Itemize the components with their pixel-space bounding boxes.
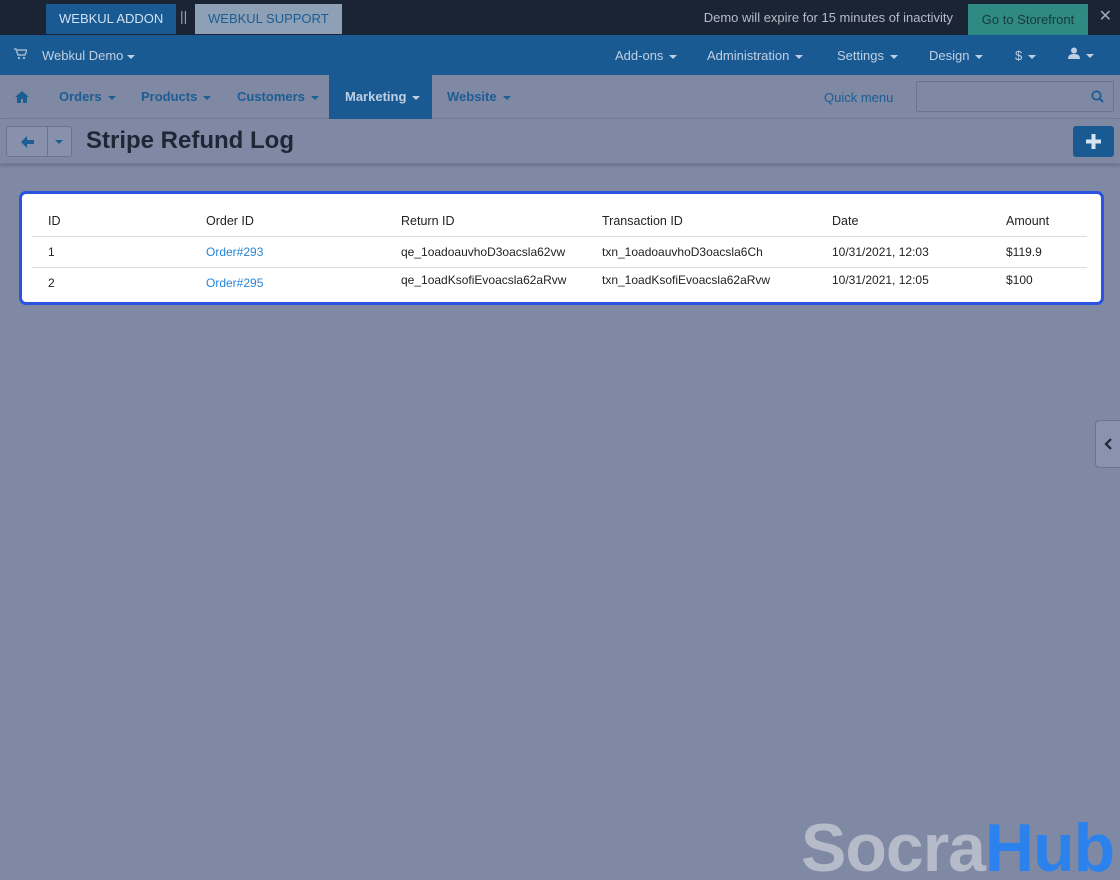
search-input[interactable]: [916, 81, 1082, 112]
cell-amount: $119.9: [990, 236, 1087, 268]
tab-products[interactable]: Products: [141, 75, 212, 119]
chevron-down-icon: [55, 140, 63, 144]
demo-bar: WEBKUL ADDON || WEBKUL SUPPORT Demo will…: [0, 0, 1120, 35]
menu-administration[interactable]: Administration: [707, 48, 804, 63]
page-toolbar: Stripe Refund Log: [0, 119, 1120, 164]
watermark-part-2: Hub: [985, 810, 1115, 880]
top-navigation: Webkul Demo Add-ons Administration Setti…: [0, 35, 1120, 75]
column-header-order-id: Order ID: [190, 207, 385, 237]
tab-website-label: Website: [447, 89, 497, 104]
menu-design[interactable]: Design: [929, 48, 984, 63]
menu-currency[interactable]: $: [1015, 48, 1037, 63]
menu-design-label: Design: [929, 48, 970, 63]
column-header-transaction-id: Transaction ID: [586, 207, 816, 237]
cart-icon: [14, 47, 29, 65]
demo-expiry-notice: Demo will expire for 15 minutes of inact…: [703, 10, 953, 25]
company-name: Webkul Demo: [42, 48, 124, 63]
column-header-id: ID: [32, 207, 190, 237]
cell-date: 10/31/2021, 12:05: [832, 272, 929, 287]
tab-customers-label: Customers: [237, 89, 305, 104]
order-link[interactable]: Order#293: [190, 236, 385, 268]
chevron-down-icon: [669, 54, 678, 59]
quick-menu-link[interactable]: Quick menu: [824, 90, 893, 105]
column-header-date: Date: [816, 207, 990, 237]
column-header-amount: Amount: [990, 207, 1087, 237]
chevron-down-icon: [795, 54, 804, 59]
chevron-down-icon: [412, 95, 421, 100]
close-icon[interactable]: ✕: [1099, 6, 1112, 26]
chevron-down-icon: [203, 95, 212, 100]
search-button[interactable]: [1081, 81, 1114, 112]
table-row: 2 Order#295 qe_1oadKsofiEvoacsla62aRvw t…: [32, 267, 1087, 298]
back-button[interactable]: [6, 126, 48, 157]
webkul-support-button[interactable]: WEBKUL SUPPORT: [195, 4, 342, 34]
cell-date: 10/31/2021, 12:03: [816, 236, 990, 268]
column-header-return-id: Return ID: [385, 207, 586, 237]
cell-return-id: qe_1oadKsofiEvoacsla62aRvw: [401, 272, 567, 287]
chevron-down-icon: [310, 95, 319, 100]
cell-transaction-id: txn_1oadoauvhoD3oacsla6Ch: [586, 236, 816, 268]
chevron-down-icon: [975, 54, 984, 59]
refund-log-panel: ID Order ID Return ID Transaction ID Dat…: [19, 191, 1104, 305]
chevron-down-icon: [1086, 53, 1094, 58]
cell-amount: $100: [1006, 272, 1033, 287]
menu-currency-label: $: [1015, 48, 1023, 63]
go-to-storefront-button[interactable]: Go to Storefront: [968, 4, 1088, 35]
chevron-down-icon: [889, 54, 898, 59]
webkul-addon-button[interactable]: WEBKUL ADDON: [46, 4, 177, 34]
plus-icon: [1086, 134, 1101, 149]
company-selector[interactable]: Webkul Demo: [42, 48, 136, 63]
history-dropdown-button[interactable]: [47, 126, 72, 157]
page-title: Stripe Refund Log: [86, 127, 294, 154]
user-icon: [1068, 47, 1080, 59]
sidebar-toggle[interactable]: [1095, 420, 1120, 468]
table-header-row: ID Order ID Return ID Transaction ID Dat…: [32, 207, 1087, 237]
order-link[interactable]: Order#295: [190, 267, 385, 298]
table-row: 1 Order#293 qe_1oadoauvhoD3oacsla62vw tx…: [32, 236, 1087, 268]
refund-log-table: ID Order ID Return ID Transaction ID Dat…: [32, 207, 1087, 298]
menu-administration-label: Administration: [707, 48, 790, 63]
chevron-down-icon: [1028, 54, 1037, 59]
watermark-logo: SocraHub: [801, 808, 1115, 880]
chevron-down-icon: [107, 95, 116, 100]
home-icon[interactable]: [15, 90, 29, 108]
tab-website[interactable]: Website: [447, 75, 511, 119]
tab-products-label: Products: [141, 89, 198, 104]
menu-addons[interactable]: Add-ons: [615, 48, 678, 63]
cell-id: 2: [48, 275, 55, 290]
tab-marketing-label: Marketing: [345, 89, 407, 104]
tab-orders-label: Orders: [59, 89, 102, 104]
menu-settings[interactable]: Settings: [837, 48, 898, 63]
tab-customers[interactable]: Customers: [237, 75, 319, 119]
cell-return-id: qe_1oadoauvhoD3oacsla62vw: [385, 236, 586, 268]
menu-addons-label: Add-ons: [615, 48, 664, 63]
tab-orders[interactable]: Orders: [59, 75, 116, 119]
cell-id: 1: [32, 236, 190, 268]
demo-separator: ||: [180, 8, 188, 24]
tab-marketing[interactable]: Marketing: [329, 75, 432, 119]
arrow-left-icon: [21, 136, 34, 148]
user-menu[interactable]: [1068, 47, 1094, 62]
chevron-down-icon: [502, 95, 511, 100]
menu-settings-label: Settings: [837, 48, 884, 63]
chevron-left-icon: [1104, 438, 1112, 450]
chevron-down-icon: [127, 54, 136, 59]
watermark-part-1: Socra: [801, 810, 986, 880]
cell-transaction-id: txn_1oadKsofiEvoacsla62aRvw: [602, 272, 771, 287]
search-icon: [1091, 90, 1104, 103]
add-button[interactable]: [1073, 126, 1114, 157]
